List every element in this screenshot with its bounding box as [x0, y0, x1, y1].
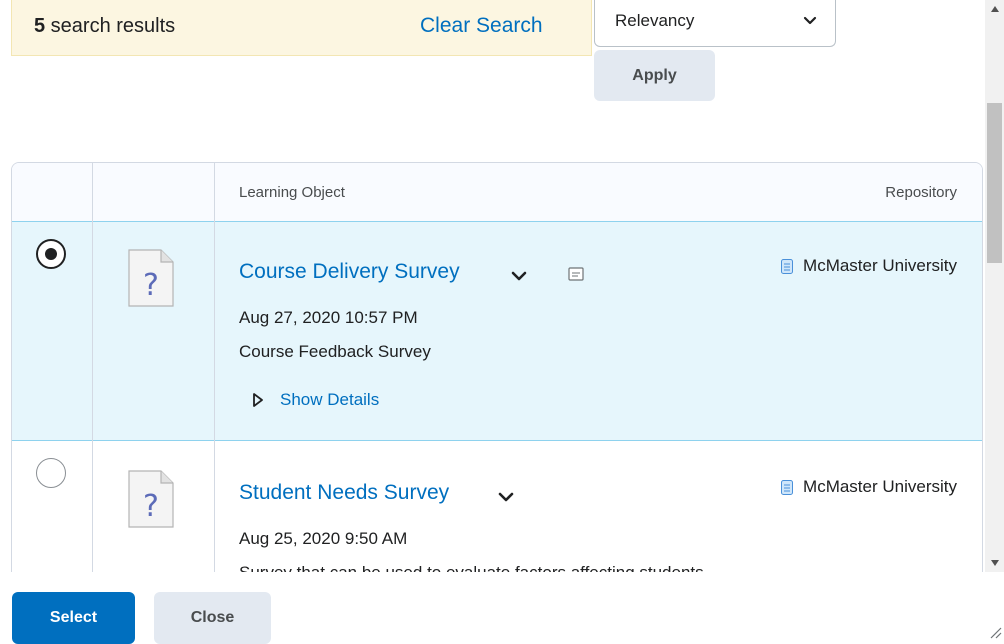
scroll-up-arrow[interactable]: [985, 0, 1004, 18]
sort-select-value: Relevancy: [615, 11, 695, 30]
search-results-panel: 5 search results Clear Search Relevancy …: [0, 0, 985, 572]
learning-object-date: Aug 25, 2020 9:50 AM: [239, 529, 408, 548]
apply-button[interactable]: Apply: [594, 50, 715, 101]
column-divider: [214, 163, 215, 572]
row-radio-button[interactable]: [36, 458, 66, 488]
search-results-count: 5 search results: [34, 15, 176, 37]
repository-name: McMaster University: [803, 256, 957, 275]
learning-object-description: Course Feedback Survey: [239, 342, 431, 361]
repository-cell: McMaster University: [781, 256, 957, 276]
select-button[interactable]: Select: [12, 592, 135, 644]
repository-icon: [781, 258, 794, 274]
repository-icon: [781, 479, 794, 495]
table-row[interactable]: ? Student Needs Survey Aug 25, 2020 9:50…: [12, 443, 982, 572]
header-repository: Repository: [885, 184, 957, 201]
scroll-down-arrow[interactable]: [985, 554, 1004, 572]
svg-text:?: ?: [143, 268, 159, 303]
unknown-document-icon: ?: [128, 470, 174, 528]
header-learning-object: Learning Object: [239, 184, 345, 201]
vertical-scrollbar[interactable]: [985, 0, 1004, 572]
sort-select[interactable]: Relevancy: [594, 0, 836, 47]
preview-icon[interactable]: [568, 266, 584, 282]
dialog-footer: Select Close: [0, 572, 1004, 644]
table-header: Learning Object Repository: [12, 163, 982, 222]
row-radio-button[interactable]: [36, 239, 66, 269]
svg-text:?: ?: [143, 489, 159, 524]
results-table: Learning Object Repository ? Course Deli…: [11, 162, 983, 572]
learning-object-date: Aug 27, 2020 10:57 PM: [239, 308, 418, 327]
close-button[interactable]: Close: [154, 592, 271, 644]
show-details-toggle[interactable]: Show Details: [252, 390, 379, 410]
chevron-down-icon[interactable]: [498, 491, 514, 503]
resize-grip-icon[interactable]: [988, 625, 1002, 639]
triangle-right-icon: [253, 393, 263, 407]
chevron-down-icon: [803, 16, 817, 25]
learning-object-description: Survey that can be used to evaluate fact…: [239, 563, 704, 572]
table-row[interactable]: ? Course Delivery Survey Aug 27, 2020 10…: [12, 221, 982, 441]
learning-object-title-link[interactable]: Student Needs Survey: [239, 481, 449, 505]
repository-name: McMaster University: [803, 477, 957, 496]
clear-search-link[interactable]: Clear Search: [420, 14, 543, 38]
search-results-banner: 5 search results Clear Search: [11, 0, 592, 56]
unknown-document-icon: ?: [128, 249, 174, 307]
column-divider: [92, 163, 93, 572]
chevron-down-icon[interactable]: [511, 270, 527, 282]
repository-cell: McMaster University: [781, 477, 957, 497]
show-details-label: Show Details: [280, 390, 380, 409]
learning-object-title-link[interactable]: Course Delivery Survey: [239, 260, 460, 284]
scrollbar-thumb[interactable]: [987, 103, 1002, 263]
